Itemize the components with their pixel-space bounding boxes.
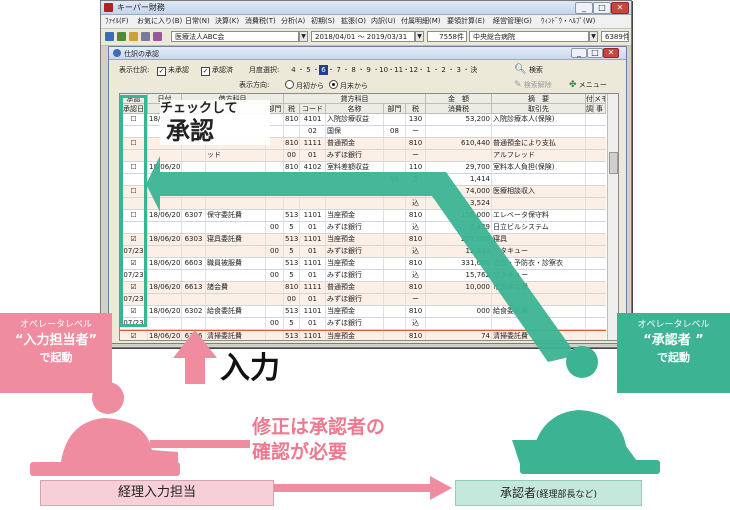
- oper-input-small: オペレータレベル: [19, 320, 92, 330]
- check-caption-line1: チェックして: [160, 101, 238, 116]
- oper-input-big: “入力担当者”: [14, 333, 98, 348]
- operator-level-approver-badge: オペレータレベル “承認者 ” で起動: [617, 313, 730, 393]
- approve-flow-arrow: [146, 156, 574, 362]
- input-label: 入力: [220, 351, 280, 386]
- oper-approver-tail: で起動: [657, 351, 690, 364]
- check-approve-caption: チェックして 承認: [160, 100, 270, 145]
- oper-input-tail: で起動: [39, 351, 73, 364]
- input-up-arrow: [173, 330, 217, 384]
- correction-line2: 確認が必要: [252, 441, 348, 463]
- approval-column-highlight: [120, 95, 147, 327]
- correction-note: 修正は承認者の 確認が必要: [252, 415, 452, 465]
- operator-level-input-badge: オペレータレベル “入力担当者” で起動: [0, 313, 112, 393]
- input-staff-label: 経理入力担当: [40, 480, 274, 506]
- approver-label-sub: (経理部長など): [535, 490, 598, 500]
- correction-line1: 修正は承認者の: [252, 416, 386, 438]
- correction-arrow: [246, 476, 452, 500]
- input-person-icon: [30, 382, 250, 476]
- oper-approver-big: “承認者 ”: [643, 333, 704, 348]
- approver-label-main: 承認者: [499, 486, 536, 500]
- approver-label: 承認者(経理部長など): [455, 480, 642, 506]
- oper-approver-small: オペレータレベル: [637, 320, 710, 330]
- check-caption-line2: 承認: [166, 117, 214, 145]
